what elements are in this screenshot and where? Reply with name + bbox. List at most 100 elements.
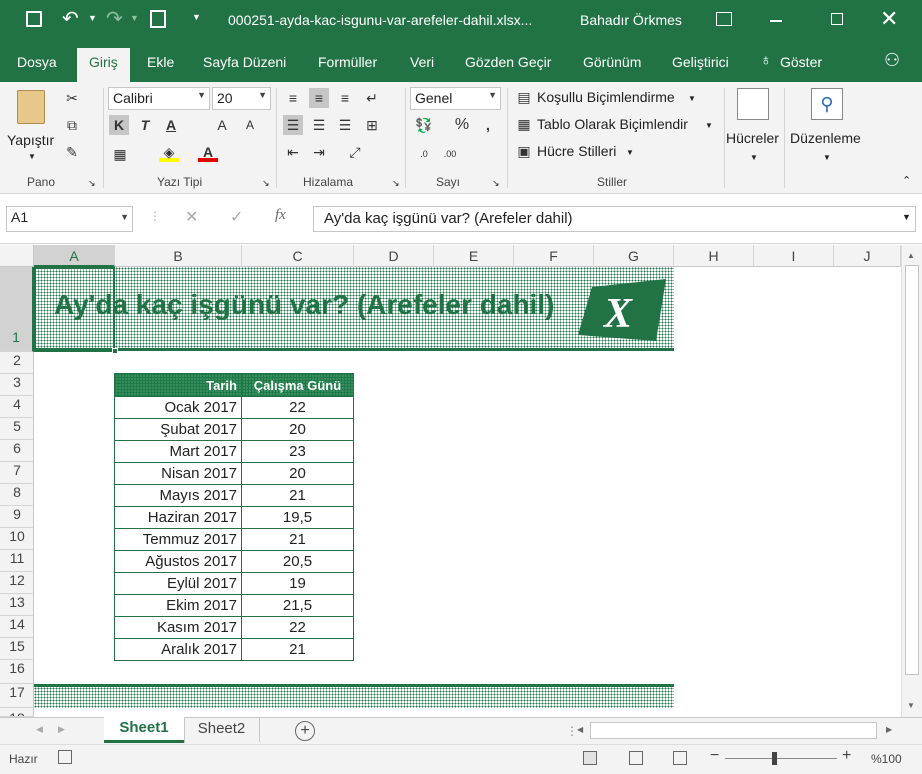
cell-workdays[interactable]: 21 (241, 484, 354, 507)
copy-icon[interactable]: ⧉ (62, 115, 82, 135)
increase-font-icon[interactable]: A (212, 115, 232, 135)
header-workdays[interactable]: Çalışma Günü (241, 373, 354, 397)
font-size-select[interactable]: 20 ▼ (212, 87, 271, 110)
borders-icon[interactable]: ▦ (110, 144, 130, 164)
tab-gorunum[interactable]: Görünüm (583, 54, 641, 70)
decrease-indent-icon[interactable]: ⇤ (283, 142, 303, 162)
column-header-e[interactable]: E (434, 245, 514, 267)
active-cell-a1[interactable] (34, 267, 115, 352)
vertical-scrollbar[interactable]: ▲ ▼ (901, 245, 922, 717)
cell-workdays[interactable]: 21,5 (241, 594, 354, 617)
row-header[interactable]: 11 (0, 550, 34, 572)
tab-ekle[interactable]: Ekle (147, 54, 174, 70)
percent-style-icon[interactable]: % (452, 115, 472, 135)
cell-date[interactable]: Temmuz 2017 (114, 528, 242, 551)
cells-button[interactable]: Hücreler (726, 130, 779, 146)
scroll-down-icon[interactable]: ▼ (907, 701, 915, 710)
tab-gozden-gecir[interactable]: Gözden Geçir (465, 54, 551, 70)
prev-sheet-icon[interactable]: ◀ (36, 724, 43, 735)
cut-icon[interactable]: ✂ (62, 88, 82, 108)
format-as-table-button[interactable]: Tablo Olarak Biçimlendir (537, 116, 688, 132)
header-date[interactable]: Tarih (114, 373, 242, 397)
decrease-decimal-icon[interactable]: .00 (440, 144, 460, 164)
clipboard-launcher-icon[interactable]: ↘ (88, 178, 96, 189)
cell-workdays[interactable]: 23 (241, 440, 354, 463)
fill-color-icon[interactable]: ◈ (159, 142, 179, 162)
cell-styles-button[interactable]: Hücre Stilleri (537, 143, 616, 159)
formula-input[interactable]: Ay'da kaç işgünü var? (Arefeler dahil) (313, 206, 916, 232)
underline-button[interactable]: A (161, 115, 181, 135)
row-header[interactable]: 7 (0, 462, 34, 484)
scroll-up-icon[interactable]: ▲ (907, 251, 915, 260)
cancel-entry-icon[interactable]: ✕ (185, 207, 198, 227)
cell-date[interactable]: Haziran 2017 (114, 506, 242, 529)
cell-date[interactable]: Şubat 2017 (114, 418, 242, 441)
cell-date[interactable]: Nisan 2017 (114, 462, 242, 485)
row-header[interactable]: 18 (0, 708, 34, 717)
user-name[interactable]: Bahadır Örkmes (580, 12, 682, 28)
column-header-i[interactable]: I (754, 245, 834, 267)
share-icon[interactable]: ⚇ (884, 50, 900, 71)
tab-giris[interactable]: Giriş (77, 48, 130, 82)
cell-date[interactable]: Ekim 2017 (114, 594, 242, 617)
editing-button[interactable]: Düzenleme (790, 130, 861, 146)
bold-button[interactable]: K (109, 115, 129, 135)
row-header[interactable]: 4 (0, 396, 34, 418)
number-format-select[interactable]: Genel ▼ (410, 87, 501, 110)
align-right-icon[interactable]: ☰ (335, 115, 355, 135)
maximize-icon[interactable] (831, 13, 843, 25)
column-header-a[interactable]: A (34, 245, 115, 267)
row-header[interactable]: 9 (0, 506, 34, 528)
column-header-j[interactable]: J (834, 245, 901, 267)
h-scroll-left-icon[interactable]: ◀ (577, 725, 583, 734)
column-header-b[interactable]: B (115, 245, 242, 267)
row-header[interactable]: 14 (0, 616, 34, 638)
expand-formula-bar-icon[interactable]: ▼ (902, 212, 911, 222)
wrap-text-icon[interactable]: ↵ (362, 88, 382, 108)
h-scroll-right-icon[interactable]: ▶ (886, 725, 892, 734)
column-header-h[interactable]: H (674, 245, 754, 267)
cell-workdays[interactable]: 20 (241, 418, 354, 441)
cell-date[interactable]: Ağustos 2017 (114, 550, 242, 573)
cell-workdays[interactable]: 20 (241, 462, 354, 485)
orientation-icon[interactable]: ⤢ (345, 142, 365, 162)
align-left-icon[interactable]: ☰ (283, 115, 303, 135)
add-sheet-icon[interactable]: + (295, 721, 315, 741)
zoom-out-icon[interactable]: − (710, 747, 719, 765)
cell-workdays[interactable]: 19,5 (241, 506, 354, 529)
row-header[interactable]: 13 (0, 594, 34, 616)
minimize-icon[interactable] (770, 20, 782, 22)
collapse-ribbon-icon[interactable]: ⌃ (902, 174, 911, 187)
tab-gelistirici[interactable]: Geliştirici (672, 54, 729, 70)
print-preview-icon[interactable] (150, 10, 166, 28)
sheet-title[interactable]: Ay'da kaç işgünü var? (Arefeler dahil) (54, 289, 554, 321)
comma-style-icon[interactable]: , (478, 115, 498, 135)
confirm-entry-icon[interactable]: ✓ (230, 207, 243, 227)
accounting-format-icon[interactable]: 💱 (414, 115, 434, 135)
undo-icon[interactable]: ↶ (62, 6, 79, 31)
column-header-c[interactable]: C (242, 245, 354, 267)
page-layout-view-icon[interactable] (629, 751, 643, 765)
macro-record-icon[interactable] (58, 750, 72, 764)
cell-date[interactable]: Ocak 2017 (114, 396, 242, 419)
column-header-f[interactable]: F (514, 245, 594, 267)
column-header-g[interactable]: G (594, 245, 674, 267)
tab-sayfa-duzeni[interactable]: Sayfa Düzeni (203, 54, 286, 70)
merge-center-icon[interactable]: ⊞ (362, 115, 382, 135)
row-header[interactable]: 2 (0, 352, 34, 374)
worksheet-grid[interactable]: Ay'da kaç işgünü var? (Arefeler dahil) X… (34, 267, 901, 717)
page-break-view-icon[interactable] (673, 751, 687, 765)
ribbon-display-options-icon[interactable] (716, 12, 732, 26)
row-header[interactable]: 3 (0, 374, 34, 396)
undo-dropdown-icon[interactable]: ▼ (88, 13, 97, 23)
cell-date[interactable]: Mart 2017 (114, 440, 242, 463)
cell-date[interactable]: Kasım 2017 (114, 616, 242, 639)
cell-workdays[interactable]: 21 (241, 638, 354, 661)
sheet-tab-sheet2[interactable]: Sheet2 (184, 718, 260, 742)
align-middle-icon[interactable]: ≡ (309, 88, 329, 108)
paste-button[interactable]: Yapıştır (7, 132, 54, 148)
decrease-font-icon[interactable]: A (240, 115, 260, 135)
align-top-icon[interactable]: ≡ (283, 88, 303, 108)
close-icon[interactable]: ✕ (880, 6, 898, 32)
zoom-slider-thumb[interactable] (772, 752, 777, 765)
